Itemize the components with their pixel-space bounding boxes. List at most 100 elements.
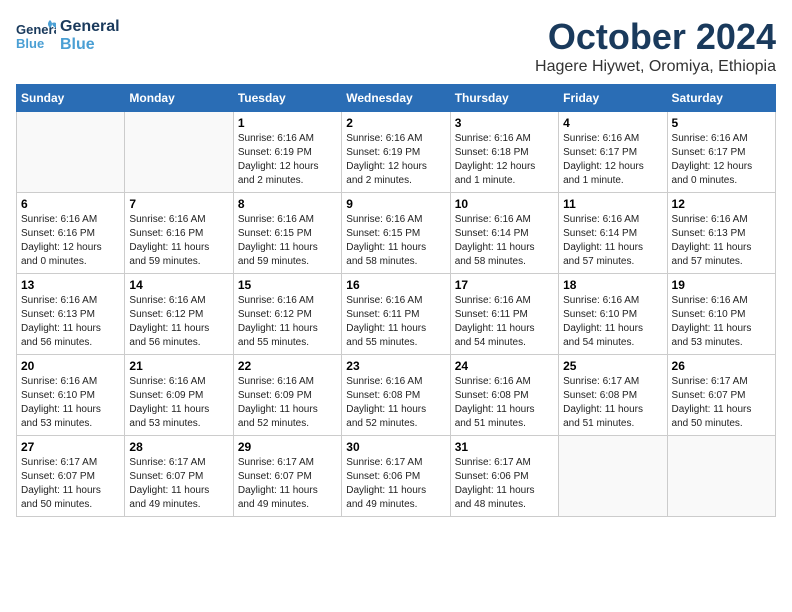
day-info: Sunrise: 6:16 AM Sunset: 6:11 PM Dayligh… [455, 294, 554, 350]
calendar-cell: 23 Sunrise: 6:16 AM Sunset: 6:08 PM Dayli… [342, 355, 450, 436]
logo-icon: General Blue [16, 16, 56, 56]
day-number: 6 [21, 197, 120, 211]
calendar-cell: 5Sunrise: 6:16 AM Sunset: 6:17 PM Daylig… [667, 112, 775, 193]
calendar-cell [667, 436, 775, 517]
logo-blue: Blue [60, 36, 120, 54]
weekday-header-saturday: Saturday [667, 85, 775, 112]
day-number: 12 [672, 197, 771, 211]
calendar-cell: 19Sunrise: 6:16 AM Sunset: 6:10 PM Dayli… [667, 274, 775, 355]
weekday-header-friday: Friday [559, 85, 667, 112]
calendar-cell: 21 Sunrise: 6:16 AM Sunset: 6:09 PM Dayli… [125, 355, 233, 436]
day-number: 17 [455, 278, 554, 292]
calendar-week-row: 27 Sunrise: 6:17 AM Sunset: 6:07 PM Dayli… [17, 436, 776, 517]
day-number: 26 [672, 359, 771, 373]
day-info: Sunrise: 6:16 AM Sunset: 6:17 PM Dayligh… [563, 132, 662, 188]
day-number: 10 [455, 197, 554, 211]
day-info: Sunrise: 6:16 AM Sunset: 6:15 PM Dayligh… [238, 213, 337, 269]
day-number: 2 [346, 116, 445, 130]
calendar-cell: 28 Sunrise: 6:17 AM Sunset: 6:07 PM Dayli… [125, 436, 233, 517]
day-info: Sunrise: 6:17 AM Sunset: 6:07 PM Dayligh… [129, 456, 228, 512]
calendar-cell: 6 Sunrise: 6:16 AM Sunset: 6:16 PM Daylig… [17, 193, 125, 274]
day-info: Sunrise: 6:16 AM Sunset: 6:13 PM Dayligh… [21, 294, 120, 350]
day-number: 5 [672, 116, 771, 130]
calendar-cell: 15Sunrise: 6:16 AM Sunset: 6:12 PM Dayli… [233, 274, 341, 355]
day-number: 1 [238, 116, 337, 130]
calendar-cell [559, 436, 667, 517]
calendar-cell: 10 Sunrise: 6:16 AM Sunset: 6:14 PM Dayli… [450, 193, 558, 274]
calendar-cell: 8 Sunrise: 6:16 AM Sunset: 6:15 PM Daylig… [233, 193, 341, 274]
day-info: Sunrise: 6:16 AM Sunset: 6:14 PM Dayligh… [563, 213, 662, 269]
day-info: Sunrise: 6:16 AM Sunset: 6:13 PM Dayligh… [672, 213, 771, 269]
weekday-header-tuesday: Tuesday [233, 85, 341, 112]
calendar-cell: 2Sunrise: 6:16 AM Sunset: 6:19 PM Daylig… [342, 112, 450, 193]
calendar-cell: 29 Sunrise: 6:17 AM Sunset: 6:07 PM Dayli… [233, 436, 341, 517]
day-number: 16 [346, 278, 445, 292]
calendar-cell: 13 Sunrise: 6:16 AM Sunset: 6:13 PM Dayli… [17, 274, 125, 355]
day-info: Sunrise: 6:16 AM Sunset: 6:15 PM Dayligh… [346, 213, 445, 269]
calendar-week-row: 6 Sunrise: 6:16 AM Sunset: 6:16 PM Daylig… [17, 193, 776, 274]
calendar-cell: 30 Sunrise: 6:17 AM Sunset: 6:06 PM Dayli… [342, 436, 450, 517]
day-info: Sunrise: 6:17 AM Sunset: 6:07 PM Dayligh… [238, 456, 337, 512]
day-info: Sunrise: 6:16 AM Sunset: 6:14 PM Dayligh… [455, 213, 554, 269]
calendar-cell: 9 Sunrise: 6:16 AM Sunset: 6:15 PM Daylig… [342, 193, 450, 274]
calendar-cell: 26 Sunrise: 6:17 AM Sunset: 6:07 PM Dayli… [667, 355, 775, 436]
day-number: 30 [346, 440, 445, 454]
weekday-header-thursday: Thursday [450, 85, 558, 112]
day-info: Sunrise: 6:16 AM Sunset: 6:08 PM Dayligh… [346, 375, 445, 431]
calendar-cell: 17 Sunrise: 6:16 AM Sunset: 6:11 PM Dayli… [450, 274, 558, 355]
day-info: Sunrise: 6:16 AM Sunset: 6:12 PM Dayligh… [129, 294, 228, 350]
calendar-cell: 14 Sunrise: 6:16 AM Sunset: 6:12 PM Dayli… [125, 274, 233, 355]
day-number: 8 [238, 197, 337, 211]
day-info: Sunrise: 6:16 AM Sunset: 6:11 PM Dayligh… [346, 294, 445, 350]
day-info: Sunrise: 6:16 AM Sunset: 6:16 PM Dayligh… [129, 213, 228, 269]
day-number: 9 [346, 197, 445, 211]
day-number: 24 [455, 359, 554, 373]
calendar-cell [17, 112, 125, 193]
day-info: Sunrise: 6:17 AM Sunset: 6:06 PM Dayligh… [455, 456, 554, 512]
day-number: 22 [238, 359, 337, 373]
calendar-cell [125, 112, 233, 193]
calendar-table: SundayMondayTuesdayWednesdayThursdayFrid… [16, 84, 776, 517]
day-number: 3 [455, 116, 554, 130]
day-info: Sunrise: 6:16 AM Sunset: 6:16 PM Dayligh… [21, 213, 120, 269]
day-info: Sunrise: 6:16 AM Sunset: 6:09 PM Dayligh… [129, 375, 228, 431]
day-number: 25 [563, 359, 662, 373]
day-info: Sunrise: 6:16 AM Sunset: 6:10 PM Dayligh… [672, 294, 771, 350]
page-header: General Blue General Blue October 2024 H… [16, 16, 776, 76]
calendar-cell: 20 Sunrise: 6:16 AM Sunset: 6:10 PM Dayli… [17, 355, 125, 436]
weekday-header-wednesday: Wednesday [342, 85, 450, 112]
day-number: 18 [563, 278, 662, 292]
day-info: Sunrise: 6:17 AM Sunset: 6:06 PM Dayligh… [346, 456, 445, 512]
calendar-week-row: 20 Sunrise: 6:16 AM Sunset: 6:10 PM Dayli… [17, 355, 776, 436]
weekday-header-sunday: Sunday [17, 85, 125, 112]
day-number: 31 [455, 440, 554, 454]
calendar-cell: 24Sunrise: 6:16 AM Sunset: 6:08 PM Dayli… [450, 355, 558, 436]
day-number: 14 [129, 278, 228, 292]
day-info: Sunrise: 6:16 AM Sunset: 6:19 PM Dayligh… [238, 132, 337, 188]
day-number: 23 [346, 359, 445, 373]
day-number: 20 [21, 359, 120, 373]
day-number: 13 [21, 278, 120, 292]
calendar-cell: 25 Sunrise: 6:17 AM Sunset: 6:08 PM Dayli… [559, 355, 667, 436]
calendar-cell: 27 Sunrise: 6:17 AM Sunset: 6:07 PM Dayli… [17, 436, 125, 517]
day-number: 7 [129, 197, 228, 211]
calendar-cell: 4Sunrise: 6:16 AM Sunset: 6:17 PM Daylig… [559, 112, 667, 193]
day-number: 28 [129, 440, 228, 454]
day-info: Sunrise: 6:16 AM Sunset: 6:10 PM Dayligh… [563, 294, 662, 350]
calendar-cell: 22Sunrise: 6:16 AM Sunset: 6:09 PM Dayli… [233, 355, 341, 436]
day-number: 27 [21, 440, 120, 454]
day-number: 29 [238, 440, 337, 454]
calendar-cell: 12 Sunrise: 6:16 AM Sunset: 6:13 PM Dayli… [667, 193, 775, 274]
day-number: 11 [563, 197, 662, 211]
logo-general: General [60, 18, 120, 36]
month-title: October 2024 [535, 16, 776, 58]
day-number: 21 [129, 359, 228, 373]
day-info: Sunrise: 6:17 AM Sunset: 6:07 PM Dayligh… [21, 456, 120, 512]
day-info: Sunrise: 6:16 AM Sunset: 6:10 PM Dayligh… [21, 375, 120, 431]
weekday-header-row: SundayMondayTuesdayWednesdayThursdayFrid… [17, 85, 776, 112]
day-info: Sunrise: 6:16 AM Sunset: 6:12 PM Dayligh… [238, 294, 337, 350]
calendar-cell: 18 Sunrise: 6:16 AM Sunset: 6:10 PM Dayli… [559, 274, 667, 355]
calendar-week-row: 1 Sunrise: 6:16 AM Sunset: 6:19 PM Daylig… [17, 112, 776, 193]
day-info: Sunrise: 6:17 AM Sunset: 6:07 PM Dayligh… [672, 375, 771, 431]
day-info: Sunrise: 6:17 AM Sunset: 6:08 PM Dayligh… [563, 375, 662, 431]
